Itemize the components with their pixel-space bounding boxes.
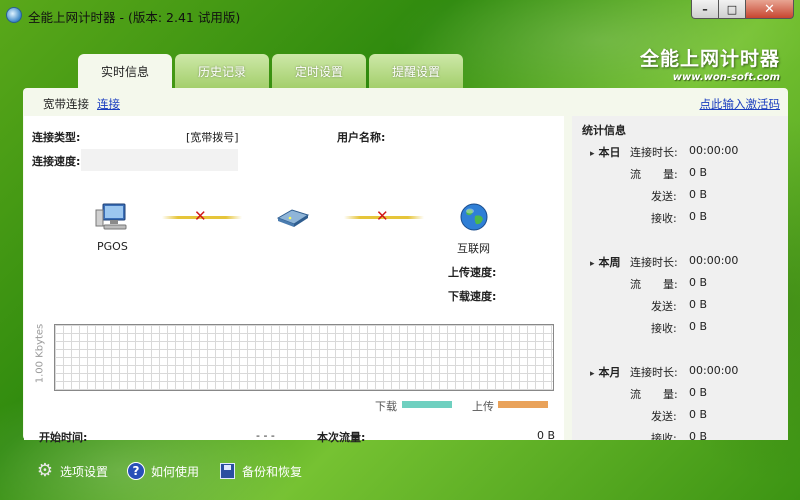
week-recv-label: 接收: — [651, 322, 677, 335]
brand-url: www.won-soft.com — [672, 72, 780, 83]
today-flow-value: 0 B — [689, 166, 708, 179]
week-flow-label: 流 量: — [630, 278, 678, 291]
main-panel: 宽带连接 连接 点此输入激活码 连接类型: [宽带拨号] 用户名称: 连接速度:… — [23, 88, 788, 444]
how-to-use-label: 如何使用 — [151, 464, 200, 479]
close-button[interactable]: ✕ — [746, 0, 794, 19]
graph-unit-label: 1.00 Kbytes — [34, 323, 46, 384]
today-recv-value: 0 B — [689, 210, 708, 223]
month-recv-label: 接收: — [651, 432, 677, 440]
tab-schedule[interactable]: 定时设置 — [272, 54, 366, 88]
options-settings-button[interactable]: ⚙ 选项设置 — [36, 462, 108, 480]
legend-download-swatch — [402, 401, 452, 408]
week-duration-label: 连接时长: — [630, 256, 678, 269]
brand-logo: 全能上网计时器 www.won-soft.com — [640, 44, 780, 83]
legend-upload-label: 上传 — [472, 400, 494, 413]
speed-label: 连接速度: — [32, 155, 81, 168]
activate-code-link[interactable]: 点此输入激活码 — [700, 96, 781, 112]
statistics-pane: 统计信息 本日 连接时长: 00:00:00 流 量: 0 B 发送: 0 B … — [572, 116, 788, 440]
week-duration-value: 00:00:00 — [689, 254, 739, 267]
upload-speed-label: 上传速度: — [448, 266, 497, 279]
period-week[interactable]: 本周 — [590, 254, 621, 270]
speed-value-box — [81, 149, 238, 171]
connection-bar: 宽带连接 连接 点此输入激活码 — [23, 88, 788, 116]
title-bar: 全能上网计时器 - (版本: 2.41 试用版) – □ ✕ — [0, 0, 800, 30]
legend-download-label: 下载 — [375, 400, 397, 413]
week-sent-value: 0 B — [689, 298, 708, 311]
period-today[interactable]: 本日 — [590, 144, 621, 160]
gear-icon: ⚙ — [36, 460, 54, 481]
month-duration-value: 00:00:00 — [689, 364, 739, 377]
username-label: 用户名称: — [337, 131, 386, 144]
connect-link[interactable]: 连接 — [97, 96, 120, 112]
realtime-info-pane: 连接类型: [宽带拨号] 用户名称: 连接速度: PGOS ✕ ✕ 互联网 上传… — [24, 116, 564, 444]
month-sent-label: 发送: — [651, 410, 677, 423]
connection-type-value: [宽带拨号] — [186, 131, 239, 144]
graph-y-axis: 1.00 Kbytes — [26, 323, 56, 386]
tab-realtime[interactable]: 实时信息 — [78, 54, 172, 89]
local-computer-name: PGOS — [97, 240, 128, 253]
disconnected-x-icon-2: ✕ — [376, 207, 389, 225]
brand-title: 全能上网计时器 — [639, 48, 780, 70]
options-settings-label: 选项设置 — [60, 464, 109, 479]
bottom-toolbar: ⚙ 选项设置 ? 如何使用 备份和恢复 — [0, 456, 800, 486]
traffic-graph — [54, 324, 554, 391]
tab-reminder[interactable]: 提醒设置 — [369, 54, 463, 88]
month-recv-value: 0 B — [689, 430, 708, 440]
help-icon: ? — [127, 462, 145, 480]
week-recv-value: 0 B — [689, 320, 708, 333]
globe-icon — [460, 203, 488, 231]
start-time-value: - - - — [256, 429, 275, 442]
today-sent-label: 发送: — [651, 190, 677, 203]
today-duration-value: 00:00:00 — [689, 144, 739, 157]
month-flow-label: 流 量: — [630, 388, 678, 401]
today-recv-label: 接收: — [651, 212, 677, 225]
backup-restore-label: 备份和恢复 — [242, 464, 303, 479]
statistics-title: 统计信息 — [582, 124, 626, 137]
floppy-disk-icon — [219, 463, 235, 479]
computer-icon — [95, 203, 127, 230]
download-speed-label: 下载速度: — [448, 290, 497, 303]
today-sent-value: 0 B — [689, 188, 708, 201]
month-sent-value: 0 B — [689, 408, 708, 421]
session-flow-label: 本次流量: — [317, 431, 366, 444]
window-title: 全能上网计时器 - (版本: 2.41 试用版) — [28, 10, 241, 25]
month-flow-value: 0 B — [689, 386, 708, 399]
backup-restore-button[interactable]: 备份和恢复 — [218, 462, 302, 480]
modem-icon — [276, 209, 310, 227]
app-icon — [6, 7, 22, 23]
today-duration-label: 连接时长: — [630, 146, 678, 159]
session-flow-value: 0 B — [537, 429, 556, 442]
period-month[interactable]: 本月 — [590, 364, 621, 380]
how-to-use-button[interactable]: ? 如何使用 — [127, 462, 199, 480]
connection-name: 宽带连接 — [43, 97, 89, 111]
legend-upload-swatch — [498, 401, 548, 408]
tab-history[interactable]: 历史记录 — [175, 54, 269, 88]
month-duration-label: 连接时长: — [630, 366, 678, 379]
start-time-label: 开始时间: — [39, 431, 88, 444]
week-flow-value: 0 B — [689, 276, 708, 289]
today-flow-label: 流 量: — [630, 168, 678, 181]
connection-type-label: 连接类型: — [32, 131, 81, 144]
tab-bar: 实时信息 历史记录 定时设置 提醒设置 — [78, 54, 466, 89]
maximize-button[interactable]: □ — [719, 0, 746, 19]
minimize-button[interactable]: – — [691, 0, 719, 19]
disconnected-x-icon-1: ✕ — [194, 207, 207, 225]
internet-label: 互联网 — [457, 242, 490, 255]
week-sent-label: 发送: — [651, 300, 677, 313]
